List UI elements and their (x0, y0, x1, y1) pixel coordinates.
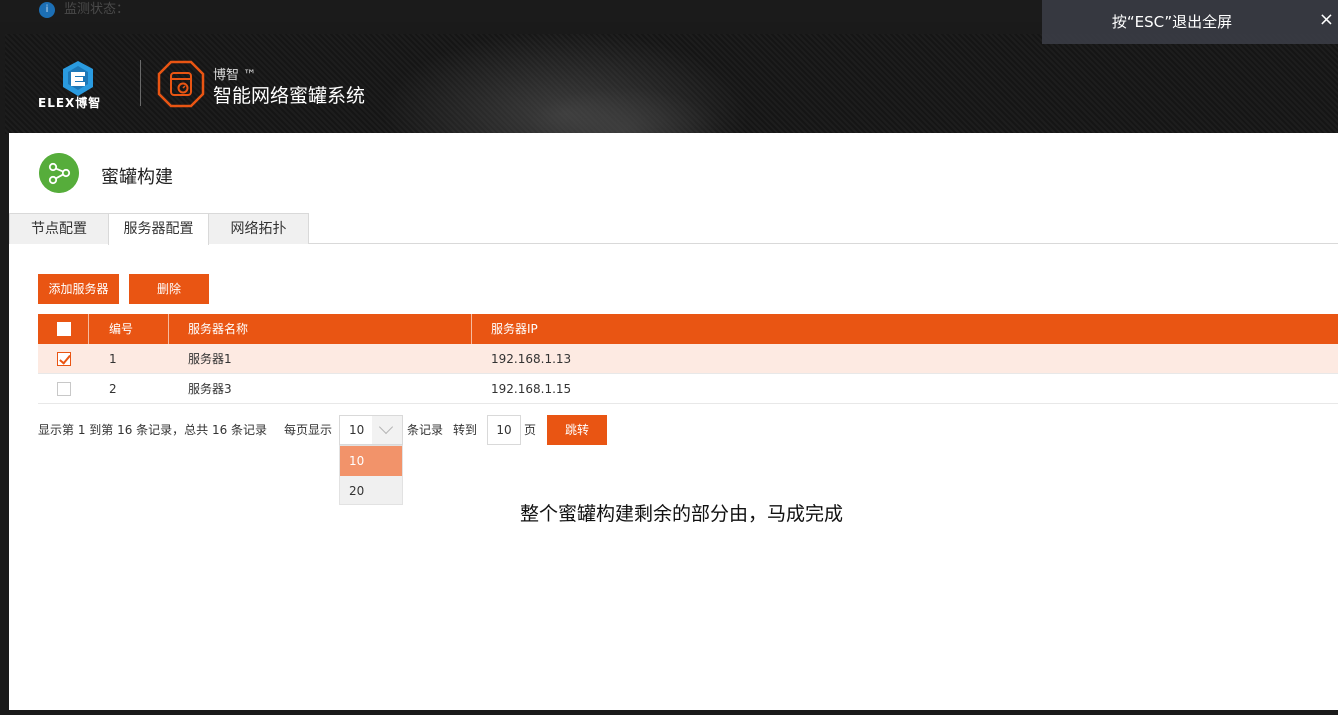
cell-id: 1 (109, 352, 117, 366)
delete-button[interactable]: 删除 (129, 274, 209, 304)
cell-id: 2 (109, 382, 117, 396)
close-icon[interactable]: × (1319, 10, 1334, 30)
page-size-select[interactable]: 10 (339, 415, 403, 445)
page-size-option[interactable]: 10 (340, 446, 402, 476)
header-banner: ELEX博智 博智 ™ 智能网络蜜罐系统 (5, 34, 1338, 134)
header-id: 编号 (109, 322, 134, 336)
honeypot-product-icon (157, 60, 205, 108)
goto-page-input[interactable] (487, 415, 521, 445)
table-header: 编号 服务器名称 服务器IP (38, 314, 1338, 344)
main-panel: 蜜罐构建 节点配置 服务器配置 网络拓扑 添加服务器 删除 编号 服务器名称 服… (9, 133, 1338, 710)
table-row[interactable]: 1 服务器1 192.168.1.13 (38, 344, 1338, 374)
page-size-value: 10 (349, 423, 365, 437)
row-checkbox[interactable] (57, 382, 71, 396)
fullscreen-notice: 按“ESC”退出全屏 × (1042, 0, 1338, 44)
screen: i 监测状态： 按“ESC”退出全屏 × ELEX博智 博智 ™ 智能网络蜜罐系… (0, 0, 1338, 715)
page-size-option[interactable]: 20 (340, 476, 402, 506)
goto-label: 转到 (453, 423, 478, 437)
jump-button[interactable]: 跳转 (547, 415, 607, 445)
page-unit-label: 页 (524, 423, 537, 437)
server-table: 编号 服务器名称 服务器IP 1 服务器1 192.168.1.13 2 服务器… (38, 314, 1338, 404)
chevron-down-icon[interactable] (372, 416, 402, 444)
column-divider (168, 314, 169, 344)
add-server-button[interactable]: 添加服务器 (38, 274, 119, 304)
elex-logo-icon (63, 61, 93, 96)
pagination-summary: 显示第 1 到第 16 条记录，总共 16 条记录 (38, 423, 268, 437)
tab-bar: 节点配置 服务器配置 网络拓扑 (9, 213, 1338, 245)
tab-network-topology[interactable]: 网络拓扑 (208, 213, 309, 244)
logo-text: ELEX博智 (38, 96, 102, 110)
page-title: 蜜罐构建 (101, 167, 173, 188)
cell-server-name: 服务器3 (188, 382, 232, 396)
row-checkbox[interactable] (57, 352, 71, 366)
header-server-ip: 服务器IP (491, 322, 538, 336)
tab-node-config[interactable]: 节点配置 (9, 213, 109, 244)
header-server-name: 服务器名称 (188, 322, 249, 336)
page-size-dropdown: 10 20 (339, 445, 403, 505)
cell-server-ip: 192.168.1.13 (491, 352, 572, 366)
column-divider (88, 314, 89, 344)
column-divider (471, 314, 472, 344)
share-network-icon (39, 153, 79, 193)
annotation-note: 整个蜜罐构建剩余的部分由，马成完成 (520, 503, 844, 525)
info-icon: i (39, 2, 55, 18)
tab-server-config[interactable]: 服务器配置 (108, 213, 209, 245)
select-all-checkbox[interactable] (57, 322, 71, 336)
records-label: 条记录 (407, 423, 444, 437)
cell-server-ip: 192.168.1.15 (491, 382, 572, 396)
per-page-label: 每页显示 (284, 423, 333, 437)
status-label: 监测状态： (64, 2, 130, 17)
cell-server-name: 服务器1 (188, 352, 232, 366)
fullscreen-notice-text: 按“ESC”退出全屏 (1111, 13, 1233, 31)
table-row[interactable]: 2 服务器3 192.168.1.15 (38, 374, 1338, 404)
header-divider (140, 60, 141, 106)
product-name: 智能网络蜜罐系统 (213, 85, 366, 107)
